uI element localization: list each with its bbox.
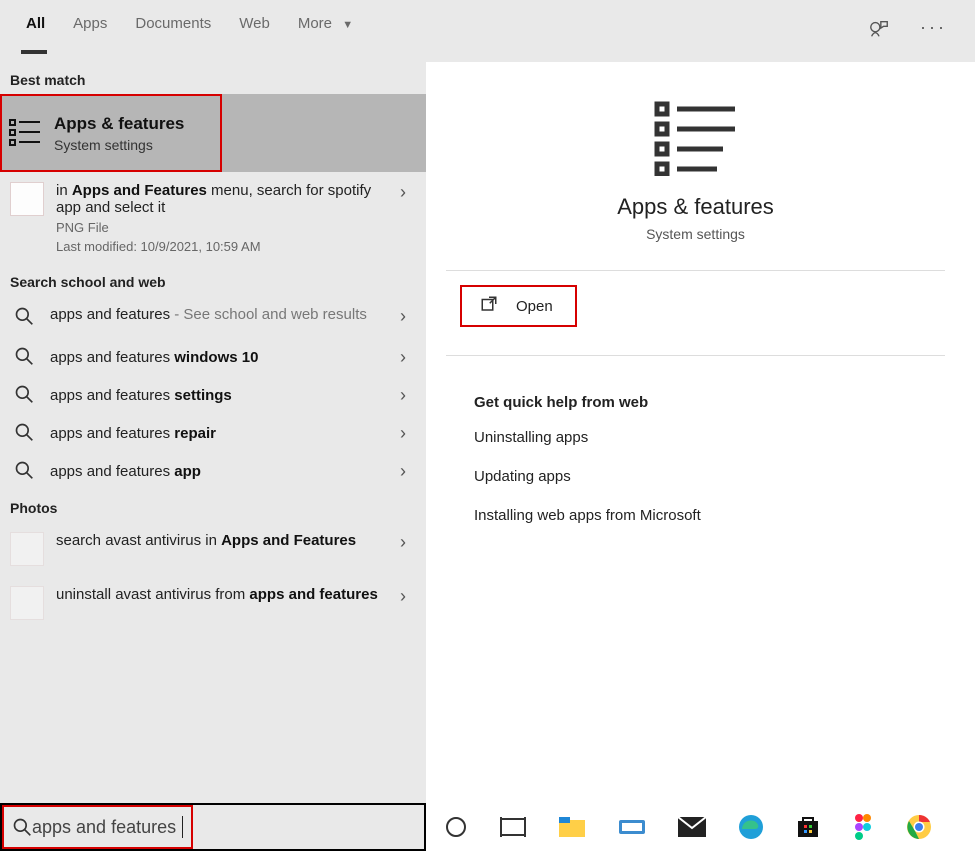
result-title: search avast antivirus in Apps and Featu… bbox=[56, 532, 378, 549]
web-result-1[interactable]: apps and features - See school and web r… bbox=[0, 296, 426, 338]
chevron-right-icon[interactable]: › bbox=[390, 306, 416, 327]
result-title: apps and features - See school and web r… bbox=[50, 306, 378, 323]
file-explorer-icon[interactable] bbox=[558, 816, 586, 838]
quick-help-header: Get quick help from web bbox=[474, 394, 945, 411]
result-png-file[interactable]: in Apps and Features menu, search for sp… bbox=[0, 172, 426, 264]
keyboard-icon[interactable] bbox=[618, 817, 646, 837]
chevron-right-icon[interactable]: › bbox=[390, 423, 416, 444]
task-view-icon[interactable] bbox=[500, 816, 526, 838]
result-title: uninstall avast antivirus from apps and … bbox=[56, 586, 378, 603]
best-match-title: Apps & features bbox=[54, 114, 184, 134]
tab-apps[interactable]: Apps bbox=[59, 7, 121, 55]
quick-link-uninstall[interactable]: Uninstalling apps bbox=[474, 429, 945, 446]
settings-list-icon bbox=[8, 116, 42, 150]
file-thumbnail-icon bbox=[10, 586, 44, 620]
preview-app-icon bbox=[446, 98, 945, 176]
open-button[interactable]: Open bbox=[460, 285, 577, 327]
mail-icon[interactable] bbox=[678, 817, 706, 837]
search-scope-tabs: All Apps Documents Web More ▼ ··· bbox=[0, 0, 975, 62]
search-input[interactable] bbox=[32, 817, 182, 838]
web-result-3[interactable]: apps and features settings › bbox=[0, 376, 426, 414]
search-box[interactable] bbox=[0, 803, 426, 851]
best-match-result[interactable]: Apps & features System settings bbox=[0, 94, 222, 172]
file-thumbnail-icon bbox=[10, 182, 44, 216]
search-icon bbox=[14, 306, 36, 328]
tab-documents[interactable]: Documents bbox=[121, 7, 225, 55]
results-panel: Best match Apps & features System settin… bbox=[0, 62, 426, 851]
result-title: apps and features repair bbox=[50, 425, 378, 442]
open-icon bbox=[480, 295, 498, 317]
preview-title: Apps & features bbox=[446, 194, 945, 220]
section-school-web: Search school and web bbox=[0, 264, 426, 296]
file-thumbnail-icon bbox=[10, 532, 44, 566]
result-filetype: PNG File bbox=[56, 220, 378, 235]
result-title: apps and features settings bbox=[50, 387, 378, 404]
open-label: Open bbox=[516, 298, 553, 315]
taskbar bbox=[426, 803, 975, 851]
chevron-right-icon[interactable]: › bbox=[390, 385, 416, 406]
chevron-right-icon[interactable]: › bbox=[390, 586, 416, 607]
tab-more-label: More bbox=[298, 15, 332, 32]
search-icon bbox=[14, 346, 36, 368]
edge-icon[interactable] bbox=[738, 814, 764, 840]
chevron-down-icon: ▼ bbox=[342, 19, 353, 31]
search-icon bbox=[12, 817, 32, 837]
web-result-2[interactable]: apps and features windows 10 › bbox=[0, 338, 426, 376]
feedback-icon[interactable] bbox=[868, 18, 890, 45]
result-modified: Last modified: 10/9/2021, 10:59 AM bbox=[56, 239, 378, 254]
divider bbox=[446, 355, 945, 356]
result-title: apps and features windows 10 bbox=[50, 349, 378, 366]
chevron-right-icon[interactable]: › bbox=[390, 347, 416, 368]
chrome-icon[interactable] bbox=[906, 814, 932, 840]
store-icon[interactable] bbox=[796, 815, 820, 839]
tab-all[interactable]: All bbox=[12, 7, 59, 55]
search-icon bbox=[14, 384, 36, 406]
result-title: in Apps and Features menu, search for sp… bbox=[56, 182, 378, 216]
preview-panel: Apps & features System settings Open Get… bbox=[426, 62, 975, 851]
search-icon bbox=[14, 460, 36, 482]
tab-more[interactable]: More ▼ bbox=[284, 7, 367, 55]
cortana-icon[interactable] bbox=[444, 815, 468, 839]
divider bbox=[446, 270, 945, 271]
web-result-5[interactable]: apps and features app › bbox=[0, 452, 426, 490]
quick-link-update[interactable]: Updating apps bbox=[474, 468, 945, 485]
tab-web[interactable]: Web bbox=[225, 7, 284, 55]
chevron-right-icon[interactable]: › bbox=[390, 182, 416, 203]
search-icon bbox=[14, 422, 36, 444]
photo-result-1[interactable]: search avast antivirus in Apps and Featu… bbox=[0, 522, 426, 576]
figma-icon[interactable] bbox=[852, 813, 874, 841]
options-icon[interactable]: ··· bbox=[920, 18, 947, 45]
chevron-right-icon[interactable]: › bbox=[390, 461, 416, 482]
web-result-4[interactable]: apps and features repair › bbox=[0, 414, 426, 452]
best-match-subtitle: System settings bbox=[54, 137, 184, 153]
result-title: apps and features app bbox=[50, 463, 378, 480]
preview-subtitle: System settings bbox=[446, 226, 945, 242]
section-photos: Photos bbox=[0, 490, 426, 522]
section-best-match: Best match bbox=[0, 62, 426, 94]
photo-result-2[interactable]: uninstall avast antivirus from apps and … bbox=[0, 576, 426, 630]
chevron-right-icon[interactable]: › bbox=[390, 532, 416, 553]
text-cursor bbox=[182, 816, 183, 838]
quick-link-install-web[interactable]: Installing web apps from Microsoft bbox=[474, 507, 945, 524]
